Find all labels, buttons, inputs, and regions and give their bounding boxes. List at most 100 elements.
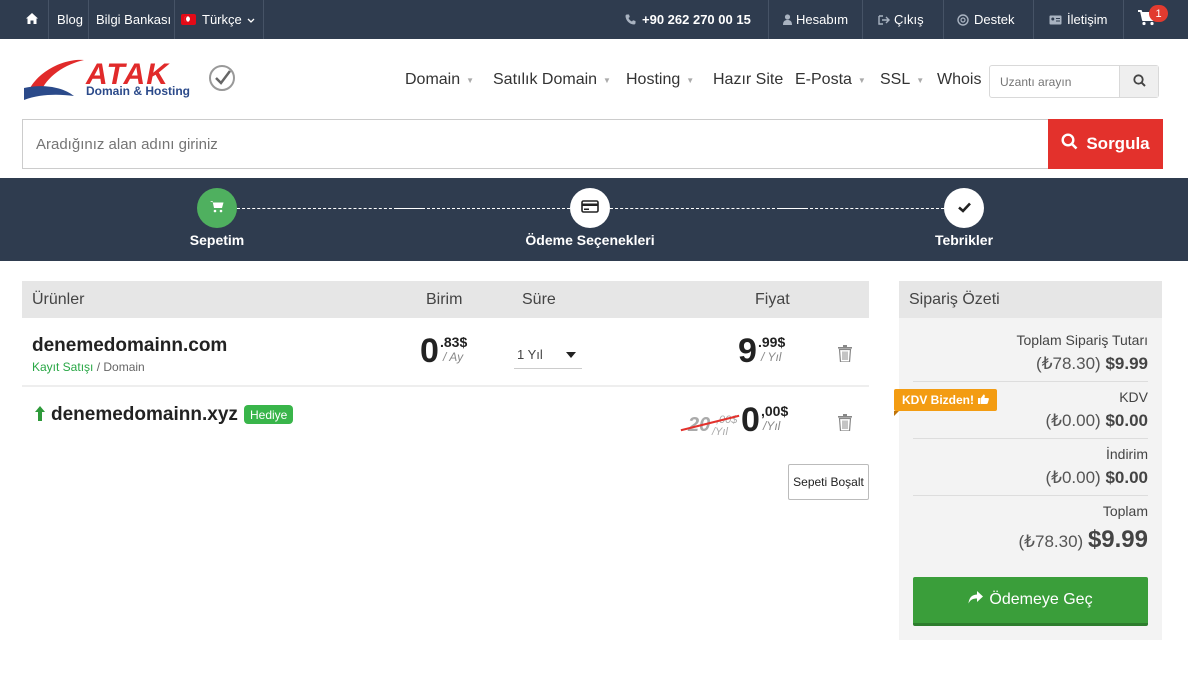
nav-email-label: E-Posta	[795, 71, 852, 88]
credit-card-icon	[581, 200, 599, 216]
domain-search-box	[22, 119, 1048, 169]
home-link[interactable]	[26, 0, 38, 39]
summary-try-value: (₺0.00)	[1045, 468, 1101, 487]
checkmark-icon	[957, 201, 971, 216]
item-price-int: 9	[738, 332, 757, 370]
nav-ready-site[interactable]: Hazır Site	[713, 71, 783, 89]
nav-ssl-label: SSL	[880, 71, 911, 88]
cart-table-header: Ürünler Birim Süre Fiyat	[22, 281, 869, 318]
domain-search-input[interactable]	[23, 120, 1048, 168]
caret-down-icon	[566, 352, 576, 358]
unit-price-period: / Ay	[443, 350, 464, 364]
summary-try-value: (₺78.30)	[1036, 354, 1101, 373]
step-cart-label: Sepetim	[189, 232, 245, 248]
logout-label: Çıkış	[894, 12, 924, 27]
duration-select[interactable]: 1 Yıl	[514, 340, 582, 369]
item-price-int: 0	[741, 401, 760, 439]
contact-link[interactable]: İletişim	[1049, 0, 1107, 39]
summary-usd-value: $0.00	[1105, 411, 1148, 430]
cart-item-type: Kayıt Satışı / Domain	[32, 360, 145, 374]
phone-number: +90 262 270 00 15	[642, 12, 751, 27]
turkey-flag-icon	[181, 14, 196, 25]
step-payment	[570, 188, 610, 228]
trash-icon[interactable]	[838, 345, 852, 363]
chevron-down-icon: ▼	[686, 75, 695, 85]
domain-search-button[interactable]: Sorgula	[1048, 119, 1163, 169]
top-bar: Blog Bilgi Bankası Türkçe +90 262 270 00…	[0, 0, 1188, 39]
item-price-period: / Yıl	[761, 350, 782, 364]
header-products: Ürünler	[32, 291, 85, 308]
trash-icon[interactable]	[838, 414, 852, 432]
domain-search-button-label: Sorgula	[1086, 134, 1150, 153]
search-icon	[1132, 73, 1146, 90]
header-price: Fiyat	[755, 291, 790, 308]
nav-domain[interactable]: Domain ▼	[405, 71, 474, 89]
account-link[interactable]: Hesabım	[783, 0, 848, 39]
lifebuoy-icon	[957, 13, 969, 26]
nav-email[interactable]: E-Posta ▼	[795, 71, 866, 89]
support-link[interactable]: Destek	[957, 0, 1014, 39]
nav-ssl[interactable]: SSL ▼	[880, 71, 924, 89]
contact-label: İletişim	[1067, 12, 1108, 27]
cart-item-category: / Domain	[96, 360, 145, 374]
item-price-frac: .99$	[758, 334, 786, 350]
thumbs-up-icon	[978, 393, 989, 407]
summary-value: (₺78.30) $9.99	[1036, 354, 1148, 374]
summary-label: Toplam Sipariş Tutarı	[1016, 332, 1149, 348]
vat-free-badge: KDV Bizden!	[894, 389, 997, 416]
share-arrow-icon	[968, 591, 984, 609]
summary-try-value: (₺78.30)	[1018, 532, 1084, 551]
extension-search-button[interactable]	[1119, 66, 1158, 97]
nav-domain-for-sale[interactable]: Satılık Domain ▼	[493, 71, 611, 89]
site-logo[interactable]: ATAK Domain & Hosting	[22, 54, 242, 106]
summary-usd-value: $9.99	[1087, 526, 1148, 553]
step-payment-label: Ödeme Seçenekleri	[525, 232, 655, 248]
cart-item-domain: denemedomainn.xyz	[51, 404, 238, 425]
language-dropdown[interactable]: Türkçe	[181, 0, 255, 39]
chevron-down-icon: ▼	[466, 75, 475, 85]
empty-cart-button[interactable]: Sepeti Boşalt	[788, 464, 869, 500]
summary-label: KDV	[1119, 389, 1148, 405]
phone-icon	[625, 14, 636, 25]
account-label: Hesabım	[796, 12, 849, 27]
contact-card-icon	[1049, 15, 1062, 25]
arrow-up-icon	[34, 406, 46, 424]
user-icon	[783, 14, 792, 25]
nav-whois[interactable]: Whois	[937, 71, 981, 89]
row-divider	[22, 385, 869, 387]
support-label: Destek	[974, 12, 1015, 27]
duration-select-value: 1 Yıl	[517, 346, 543, 362]
header-duration: Süre	[522, 291, 556, 308]
summary-value: (₺0.00) $0.00	[1045, 468, 1148, 488]
cart-item-type-label: Kayıt Satışı	[32, 360, 94, 374]
chevron-down-icon: ▼	[857, 75, 866, 85]
header-unit: Birim	[426, 291, 463, 308]
cart-item-domain: denemedomainn.com	[32, 335, 228, 356]
nav-ready-site-label: Hazır Site	[713, 71, 784, 88]
unit-price-int: 0	[420, 332, 439, 370]
summary-total-value: (₺78.30) $9.99	[1019, 526, 1148, 554]
summary-usd-value: $0.00	[1105, 468, 1148, 487]
phone-info: +90 262 270 00 15	[625, 0, 751, 39]
gift-badge: Hediye	[244, 405, 294, 424]
step-done-label: Tebrikler	[934, 232, 994, 248]
summary-value: (₺0.00) $0.00	[1045, 411, 1148, 431]
unit-price-frac: .83$	[440, 334, 468, 350]
logo-tagline: Domain & Hosting	[86, 84, 190, 98]
item-price-period: /Yıl	[763, 419, 781, 433]
summary-label: İndirim	[1105, 446, 1148, 462]
logout-link[interactable]: Çıkış	[878, 0, 924, 39]
order-summary-title: Sipariş Özeti	[899, 281, 1162, 318]
nav-hosting[interactable]: Hosting ▼	[626, 71, 694, 89]
proceed-to-payment-button[interactable]: Ödemeye Geç	[913, 577, 1148, 626]
cart-count-badge: 1	[1149, 5, 1168, 22]
step-done	[944, 188, 984, 228]
chevron-down-icon: ▼	[916, 75, 925, 85]
blog-link[interactable]: Blog	[57, 0, 83, 39]
extension-search	[989, 65, 1159, 98]
nav-domain-for-sale-label: Satılık Domain	[493, 71, 598, 88]
checkout-steps: Sepetim Ödeme Seçenekleri Tebrikler	[0, 178, 1188, 261]
summary-total-label: Toplam	[1102, 503, 1148, 519]
extension-search-input[interactable]	[990, 66, 1119, 97]
knowledge-base-link[interactable]: Bilgi Bankası	[96, 0, 171, 39]
